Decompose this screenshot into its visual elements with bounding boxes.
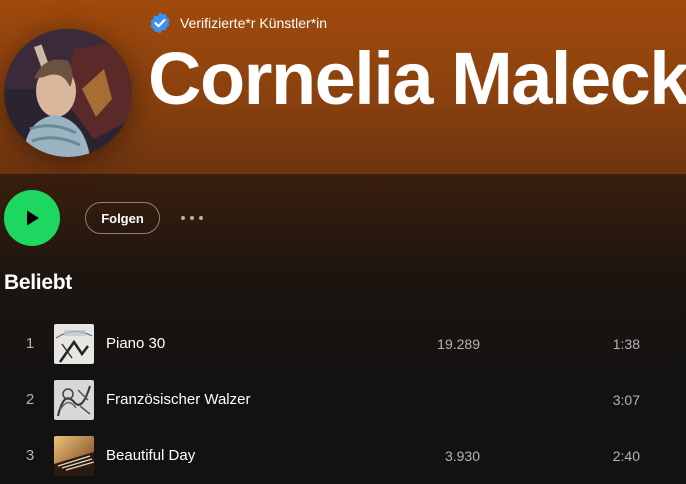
track-duration: 1:38 [612, 336, 640, 352]
track-row[interactable]: 2 Französischer Walzer 3:07 [0, 372, 686, 428]
more-options-icon[interactable] [174, 206, 210, 230]
artist-avatar [4, 29, 132, 157]
track-title[interactable]: Piano 30 [106, 316, 165, 372]
track-cover-art [54, 324, 94, 364]
track-title[interactable]: Beautiful Day [106, 428, 195, 484]
popular-section-title: Beliebt [4, 271, 72, 294]
follow-button[interactable]: Folgen [85, 202, 160, 234]
artist-name-title: Cornelia Malecki [148, 37, 686, 120]
verified-artist-badge: Verifizierte*r Künstler*in [148, 11, 327, 35]
play-icon [27, 210, 39, 226]
track-cover-art [54, 380, 94, 420]
track-number: 2 [25, 391, 35, 408]
more-dot [190, 216, 194, 220]
verified-artist-label: Verifizierte*r Künstler*in [180, 15, 328, 31]
track-duration: 3:07 [612, 392, 640, 408]
track-play-count: 19.289 [437, 336, 480, 352]
track-number: 3 [25, 447, 35, 464]
track-number: 1 [25, 335, 35, 352]
more-dot [199, 216, 203, 220]
track-row[interactable]: 1 Piano 30 19.289 1:38 [0, 316, 686, 372]
track-cover-art [54, 436, 94, 476]
play-button[interactable] [4, 190, 60, 246]
track-play-count: 3.930 [444, 448, 480, 464]
track-row[interactable]: 3 Beautiful Day 3.930 2:40 [0, 428, 686, 484]
track-duration: 2:40 [612, 448, 640, 464]
verified-badge-icon [150, 12, 170, 34]
track-title[interactable]: Französischer Walzer [106, 372, 250, 428]
more-dot [181, 216, 185, 220]
